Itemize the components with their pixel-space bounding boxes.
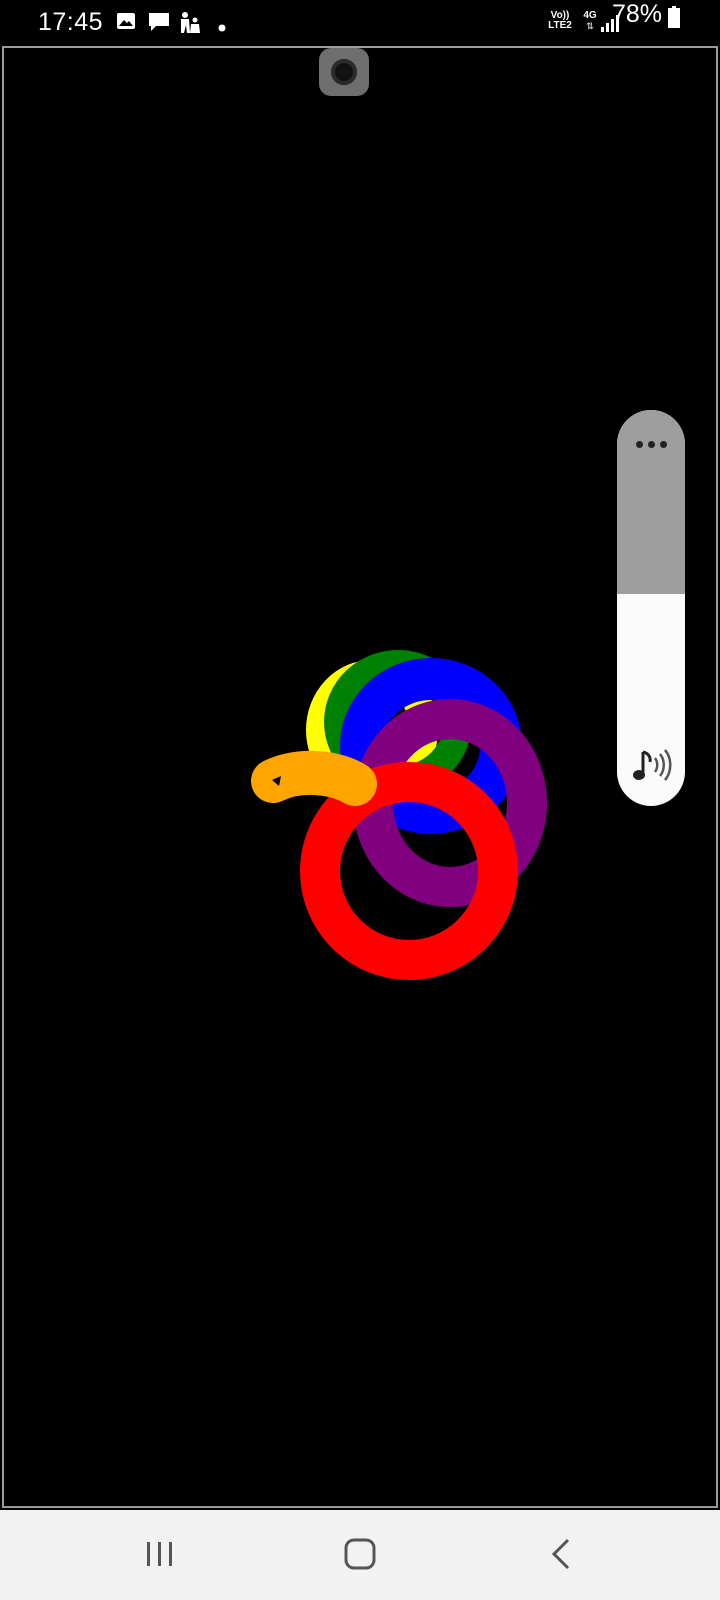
orange-stroke xyxy=(251,750,377,806)
drawing-strokes xyxy=(251,650,547,980)
front-camera xyxy=(319,48,369,96)
back-icon[interactable] xyxy=(540,1534,584,1574)
home-icon[interactable] xyxy=(338,1534,382,1574)
media-volume-icon[interactable] xyxy=(630,748,674,784)
volume-panel[interactable] xyxy=(617,410,685,806)
more-options-icon[interactable] xyxy=(617,434,685,454)
navigation-bar xyxy=(0,1510,720,1600)
recent-apps-icon[interactable] xyxy=(138,1534,182,1574)
